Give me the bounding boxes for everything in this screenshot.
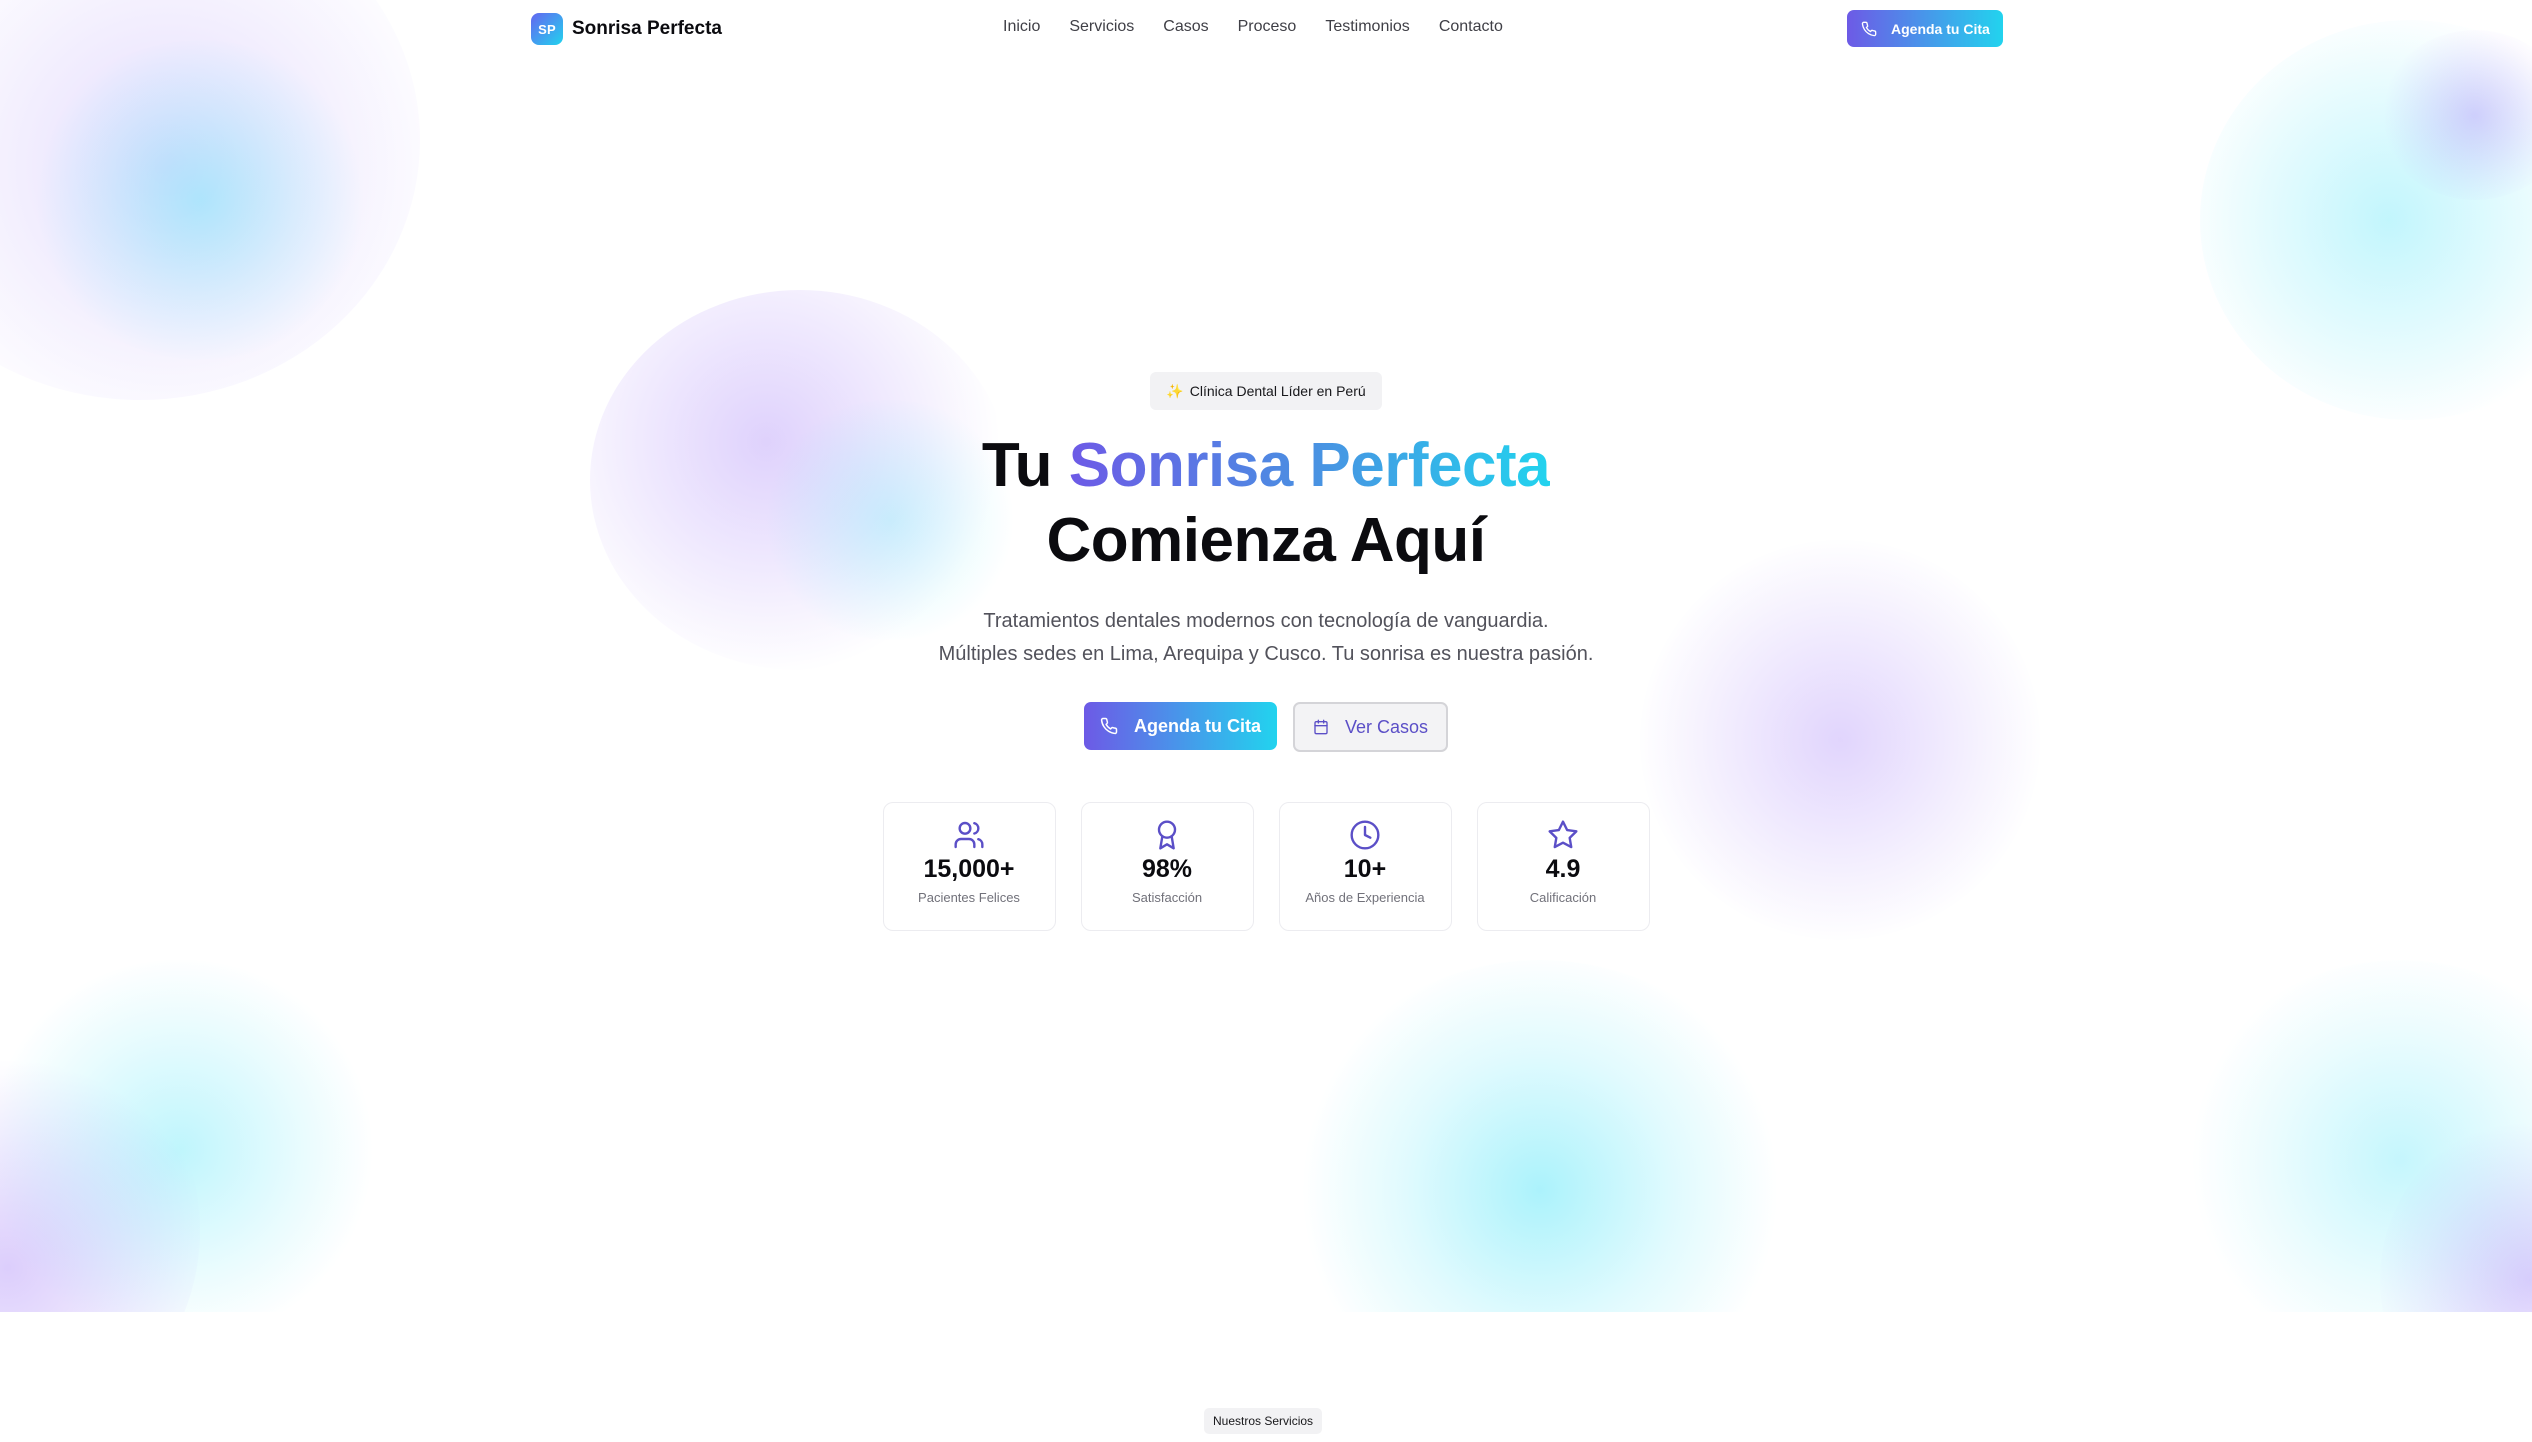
phone-icon [1100, 717, 1118, 735]
brand-logo: SP [531, 13, 563, 45]
hero-badge-text: Clínica Dental Líder en Perú [1189, 383, 1366, 399]
hero-section: ✨ Clínica Dental Líder en Perú Tu Sonris… [0, 372, 2532, 931]
hero-subtitle-line1: Tratamientos dentales modernos con tecno… [983, 610, 1549, 632]
award-icon [1157, 820, 1177, 850]
users-icon [954, 821, 984, 849]
stat-card-experience: 10+ Años de Experiencia [1278, 802, 1452, 931]
nav-cta-label: Agenda tu Cita [1891, 20, 1990, 37]
stat-label: Años de Experiencia [1305, 890, 1425, 905]
stat-card-rating: 4.9 Calificación [1476, 802, 1650, 931]
nav-link-testimonios[interactable]: Testimonios [1325, 18, 1409, 36]
nav-book-appointment-button[interactable]: Agenda tu Cita [1847, 10, 2003, 47]
phone-icon [1861, 21, 1877, 36]
navbar: SP Sonrisa Perfecta Inicio Servicios Cas… [0, 0, 2532, 58]
stats-row: 15,000+ Pacientes Felices 98% Satisfacci… [0, 802, 2532, 931]
hero-subtitle: Tratamientos dentales modernos con tecno… [0, 605, 2532, 671]
stat-value: 98% [1141, 855, 1193, 883]
background-blob [30, 40, 370, 360]
nav-links: Inicio Servicios Casos Proceso Testimoni… [1003, 18, 1503, 36]
stat-card-satisfaction: 98% Satisfacción [1080, 802, 1254, 931]
page: SP Sonrisa Perfecta Inicio Servicios Cas… [0, 0, 2532, 1442]
nav-link-casos[interactable]: Casos [1163, 18, 1208, 36]
view-cases-button[interactable]: Ver Casos [1292, 702, 1449, 752]
nav-link-contacto[interactable]: Contacto [1439, 18, 1503, 36]
calendar-icon [1314, 719, 1328, 735]
hero-title-highlight: Sonrisa Perfecta [1068, 431, 1551, 500]
nav-link-inicio[interactable]: Inicio [1003, 18, 1040, 36]
stat-label: Pacientes Felices [918, 890, 1020, 905]
clock-icon [1350, 820, 1380, 850]
background-blob [1290, 960, 1790, 1312]
hero-badge: ✨ Clínica Dental Líder en Perú [1150, 372, 1382, 410]
view-cases-label: Ver Casos [1344, 716, 1429, 737]
stat-value: 15,000+ [923, 855, 1015, 883]
nav-link-servicios[interactable]: Servicios [1069, 18, 1134, 36]
stat-card-patients: 15,000+ Pacientes Felices [882, 802, 1056, 931]
stat-value: 10+ [1343, 855, 1387, 883]
stat-value: 4.9 [1545, 855, 1581, 883]
services-badge: Nuestros Servicios [1204, 1408, 1323, 1434]
hero-title-line2: Comienza Aquí [1046, 506, 1486, 575]
hero-actions: Agenda tu Cita Ver Casos [0, 702, 2532, 752]
hero-title-prefix: Tu [981, 431, 1069, 500]
star-icon [1548, 820, 1578, 849]
brand-name: Sonrisa Perfecta [572, 18, 722, 39]
book-appointment-label: Agenda tu Cita [1133, 715, 1261, 736]
sparkles-icon: ✨ [1166, 382, 1184, 399]
stat-label: Calificación [1529, 890, 1597, 905]
brand-link[interactable]: SP Sonrisa Perfecta [531, 13, 722, 45]
hero-title: Tu Sonrisa Perfecta Comienza Aquí [0, 428, 2532, 578]
book-appointment-button[interactable]: Agenda tu Cita [1083, 702, 1277, 750]
stat-label: Satisfacción [1131, 890, 1203, 905]
services-section: Nuestros Servicios [0, 1312, 2532, 1442]
hero-subtitle-line2: Múltiples sedes en Lima, Arequipa y Cusc… [938, 643, 1594, 665]
nav-link-proceso[interactable]: Proceso [1238, 18, 1297, 36]
